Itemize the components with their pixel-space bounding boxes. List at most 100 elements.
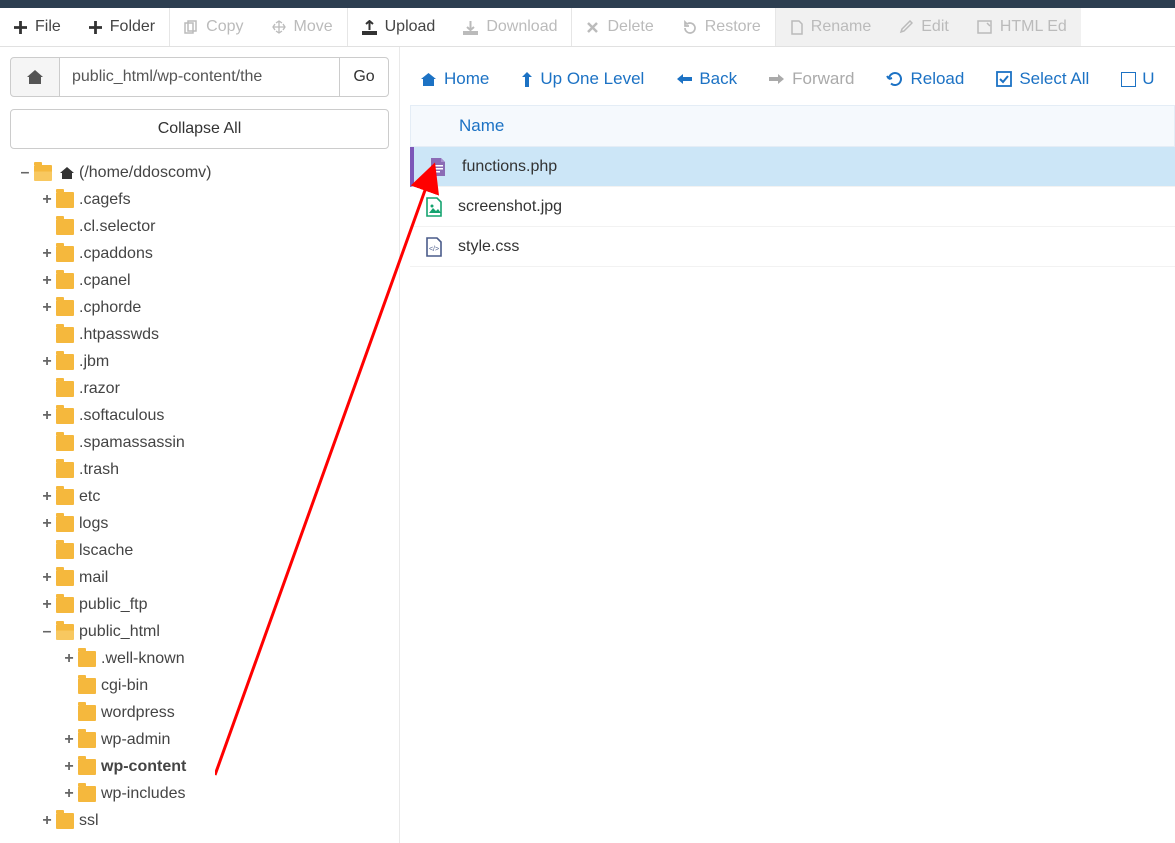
expander-icon[interactable] [62, 678, 76, 694]
rename-button[interactable]: Rename [775, 8, 885, 46]
file-name: screenshot.jpg [458, 198, 562, 216]
folder-icon [56, 543, 74, 559]
file-name: style.css [458, 238, 519, 256]
expander-icon[interactable]: + [40, 408, 54, 424]
tree-root-label: (/home/ddoscomv) [79, 164, 212, 182]
tree-item[interactable]: +.softaculous [10, 402, 389, 429]
tree-root[interactable]: – (/home/ddoscomv) [10, 159, 389, 186]
expander-icon[interactable] [40, 327, 54, 343]
download-label: Download [486, 18, 557, 36]
expander-icon[interactable]: + [40, 354, 54, 370]
arrow-right-icon [769, 72, 785, 86]
column-name-header[interactable]: Name [459, 116, 504, 136]
checkbox-checked-icon [996, 71, 1012, 87]
file-type-icon [410, 197, 458, 217]
copy-button[interactable]: Copy [169, 8, 257, 46]
edit-button[interactable]: Edit [885, 8, 963, 46]
tree-item[interactable]: lscache [10, 537, 389, 564]
tree-item[interactable]: cgi-bin [10, 672, 389, 699]
expander-icon[interactable] [40, 381, 54, 397]
home-path-button[interactable] [10, 57, 60, 97]
path-input[interactable] [60, 57, 339, 97]
tree-item-label: .cphorde [79, 299, 141, 317]
home-button[interactable]: Home [420, 69, 489, 89]
tree-item[interactable]: .spamassassin [10, 429, 389, 456]
tree-item[interactable]: wordpress [10, 699, 389, 726]
tree-item-label: public_html [79, 623, 160, 641]
reload-button[interactable]: Reload [886, 69, 964, 89]
delete-button[interactable]: Delete [571, 8, 667, 46]
folder-icon [56, 327, 74, 343]
tree-item[interactable]: + ssl [10, 807, 389, 834]
tree-item[interactable]: + .cphorde [10, 294, 389, 321]
file-type-icon: </> [410, 237, 458, 257]
tree-item[interactable]: +.jbm [10, 348, 389, 375]
expander-icon[interactable]: + [40, 246, 54, 262]
file-row[interactable]: </>style.css [410, 227, 1175, 267]
expander-icon[interactable] [62, 705, 76, 721]
sidebar: Go Collapse All – (/home/ddoscomv) +.cagef… [0, 47, 400, 843]
expander-icon[interactable]: + [40, 813, 54, 829]
file-row[interactable]: screenshot.jpg [410, 187, 1175, 227]
tree-item[interactable]: +wp-content [10, 753, 389, 780]
select-all-button[interactable]: Select All [996, 69, 1089, 89]
plus-icon [89, 21, 102, 34]
new-folder-button[interactable]: Folder [75, 8, 169, 46]
expander-icon[interactable]: + [62, 651, 76, 667]
expander-icon[interactable]: + [40, 192, 54, 208]
back-label: Back [699, 69, 737, 89]
file-row[interactable]: functions.php [410, 147, 1175, 187]
expander-icon[interactable] [40, 435, 54, 451]
tree-item[interactable]: – public_html [10, 618, 389, 645]
expander-icon[interactable]: + [40, 300, 54, 316]
unselect-all-button[interactable]: U [1121, 69, 1154, 89]
tree-item[interactable]: .htpasswds [10, 321, 389, 348]
expander-icon[interactable] [40, 219, 54, 235]
restore-button[interactable]: Restore [668, 8, 775, 46]
folder-tree[interactable]: –(/home/ddoscomv)+.cagefs .cl.selector+.… [10, 159, 389, 843]
expander-icon[interactable]: + [62, 786, 76, 802]
tree-item[interactable]: .razor [10, 375, 389, 402]
tree-item[interactable]: +wp-includes [10, 780, 389, 807]
reload-icon [886, 71, 903, 87]
expander-icon[interactable] [40, 462, 54, 478]
tree-item[interactable]: +.cpanel [10, 267, 389, 294]
htmleditor-button[interactable]: HTML Ed [963, 8, 1081, 46]
new-file-button[interactable]: File [0, 8, 75, 46]
rename-label: Rename [811, 18, 871, 36]
expander-icon[interactable]: – [40, 624, 54, 640]
forward-button[interactable]: Forward [769, 69, 854, 89]
expander-icon[interactable]: + [40, 597, 54, 613]
tree-item[interactable]: +logs [10, 510, 389, 537]
tree-item[interactable]: .cl.selector [10, 213, 389, 240]
download-button[interactable]: Download [449, 8, 571, 46]
tree-item[interactable]: +wp-admin [10, 726, 389, 753]
collapse-all-button[interactable]: Collapse All [10, 109, 389, 149]
expander-icon[interactable] [40, 543, 54, 559]
folder-icon [56, 813, 74, 829]
back-button[interactable]: Back [676, 69, 737, 89]
folder-icon [56, 354, 74, 370]
expander-icon[interactable]: + [40, 273, 54, 289]
tree-item[interactable]: +mail [10, 564, 389, 591]
expander-icon[interactable]: + [62, 759, 76, 775]
go-button[interactable]: Go [339, 57, 389, 97]
expander-icon[interactable]: + [40, 516, 54, 532]
expander-icon[interactable]: + [40, 570, 54, 586]
tree-item[interactable]: +.cagefs [10, 186, 389, 213]
tree-item[interactable]: +.cpaddons [10, 240, 389, 267]
up-one-level-button[interactable]: Up One Level [521, 69, 644, 89]
tree-item[interactable]: +public_ftp [10, 591, 389, 618]
tree-item[interactable]: +.well-known [10, 645, 389, 672]
folder-icon [56, 192, 74, 208]
tree-item-label: ssl [79, 812, 99, 830]
upload-button[interactable]: Upload [347, 8, 450, 46]
tree-item[interactable]: .trash [10, 456, 389, 483]
tree-item[interactable]: +etc [10, 483, 389, 510]
expander-icon[interactable]: + [62, 732, 76, 748]
move-button[interactable]: Move [258, 8, 347, 46]
expander-icon[interactable]: + [40, 489, 54, 505]
expander-icon[interactable]: – [18, 165, 32, 181]
tree-item-label: cgi-bin [101, 677, 148, 695]
restore-icon [682, 20, 697, 35]
